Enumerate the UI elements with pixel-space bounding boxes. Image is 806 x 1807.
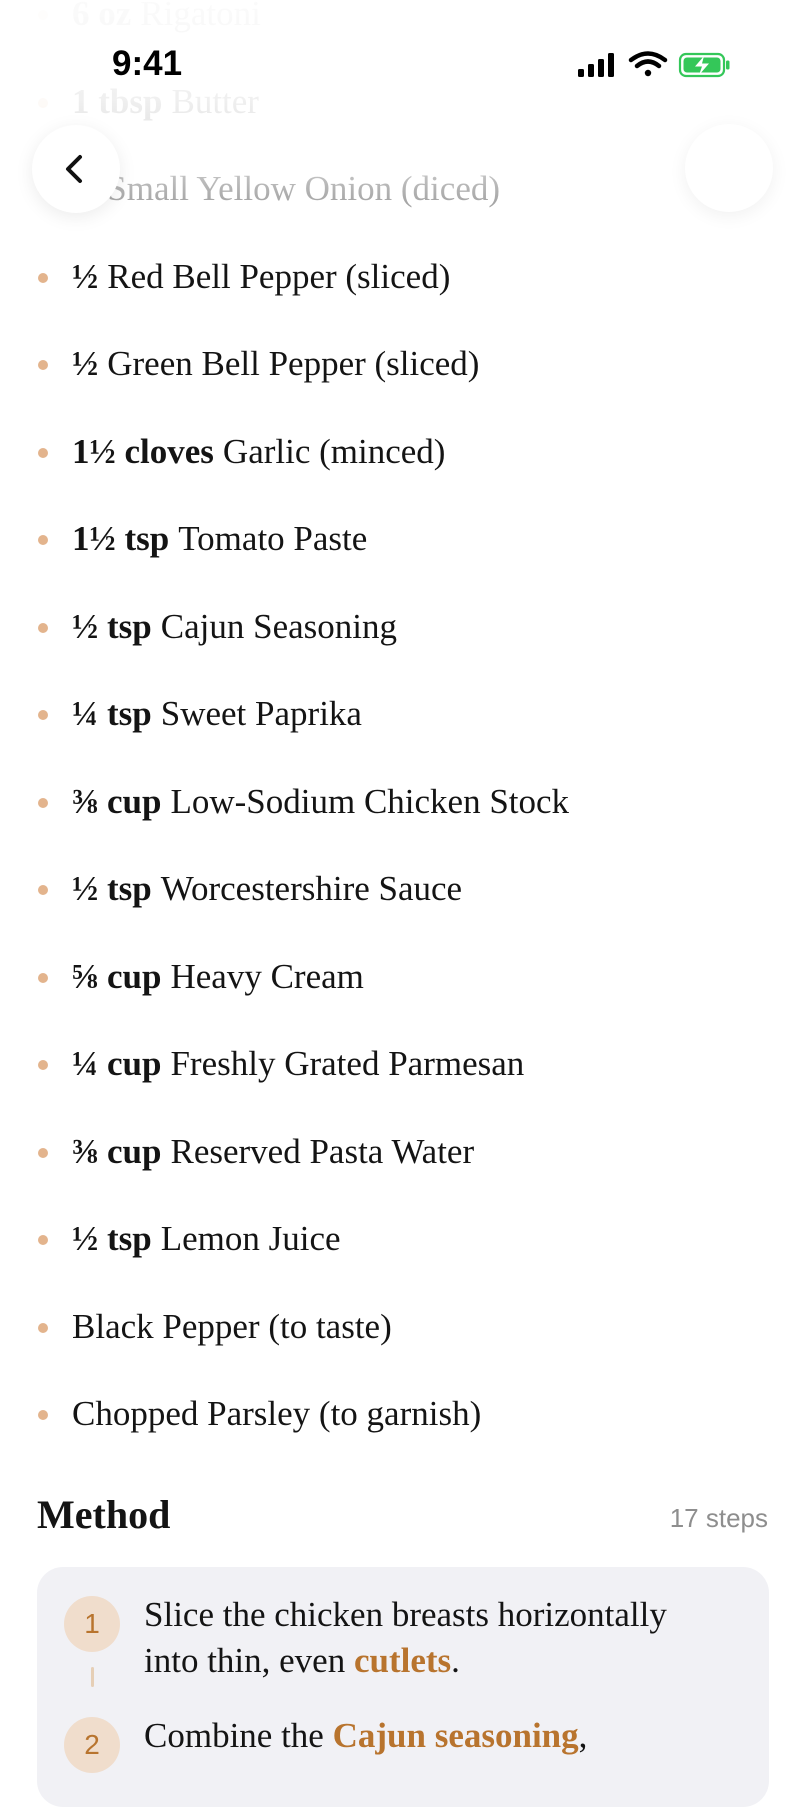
step-1-line-1: Slice the chicken breasts horizontally — [144, 1595, 667, 1634]
bullet-dot — [38, 1235, 48, 1245]
ingredient-item[interactable]: 6 oz Rigatoni — [38, 0, 261, 44]
ingredient-name: Red Bell Pepper (sliced) — [107, 256, 451, 296]
cellular-signal-icon — [578, 53, 614, 77]
step-2-text: Combine the Cajun seasoning, — [144, 1713, 744, 1759]
back-button[interactable] — [32, 125, 120, 213]
ingredient-name: Cajun Seasoning — [160, 606, 397, 646]
bullet-dot — [38, 972, 48, 983]
ingredient-name: Garlic (minced) — [222, 431, 446, 471]
ingredient-name: Chopped Parsley (to garnish) — [72, 1394, 482, 1433]
step-2-text-start: Combine the — [144, 1716, 333, 1755]
ingredient-item[interactable]: Black Pepper (to taste) — [38, 1297, 392, 1357]
ingredient-item[interactable]: Chopped Parsley (to garnish) — [38, 1384, 482, 1444]
ingredient-item[interactable]: ⅝ cup Heavy Cream — [38, 947, 364, 1007]
ingredient-name: Reserved Pasta Water — [170, 1131, 475, 1171]
battery-charging-icon — [678, 52, 730, 78]
step-1-line-2: into thin, even — [144, 1641, 354, 1680]
bullet-dot — [38, 1322, 48, 1333]
nav-action-button[interactable] — [685, 124, 773, 212]
ingredient-name: Sweet Paprika — [160, 694, 362, 733]
ingredient-name: Black Pepper (to taste) — [72, 1306, 392, 1346]
bullet-dot — [38, 1060, 48, 1070]
method-title: Method — [37, 1492, 171, 1537]
ingredient-quantity: ½ tsp — [72, 1219, 152, 1258]
ingredient-name: Tomato Paste — [178, 519, 368, 558]
ingredient-item[interactable]: ½ tsp Worcestershire Sauce — [38, 859, 463, 919]
ingredient-quantity: 6 oz — [72, 0, 132, 33]
method-step-count: 17 steps — [669, 1503, 768, 1533]
bullet-dot — [38, 10, 48, 20]
bullet-dot — [38, 272, 48, 283]
ingredient-name: Green Bell Pepper (sliced) — [107, 344, 480, 383]
bullet-dot — [38, 1410, 48, 1420]
ingredient-quantity: ¼ cup — [72, 1044, 162, 1083]
ingredient-name: Rigatoni — [140, 0, 261, 33]
ingredient-name: Heavy Cream — [170, 956, 364, 996]
ingredient-item[interactable]: ½ Red Bell Pepper (sliced) — [38, 247, 451, 307]
ingredient-item[interactable]: ½ tsp Cajun Seasoning — [38, 597, 397, 657]
step-1-punct: . — [451, 1641, 460, 1680]
status-icons — [576, 48, 736, 84]
chevron-left-icon — [66, 155, 82, 183]
ingredient-quantity: ⅜ cup — [72, 1131, 162, 1171]
bullet-dot — [38, 360, 48, 370]
bullet-dot — [38, 97, 48, 108]
step-1-badge: 1 — [64, 1596, 120, 1652]
steps-card: 1 Slice the chicken breasts horizontally… — [37, 1567, 769, 1807]
ingredient-item[interactable]: ¼ tsp Sweet Paprika — [38, 684, 362, 744]
ingredient-name: Low-Sodium Chicken Stock — [170, 781, 570, 821]
ingredient-item[interactable]: ⅜ cup Low-Sodium Chicken Stock — [38, 772, 570, 832]
bullet-dot — [38, 797, 48, 808]
ingredient-quantity: ½ — [72, 256, 99, 296]
bullet-dot — [38, 535, 48, 545]
ingredient-name: Lemon Juice — [160, 1219, 341, 1258]
wifi-icon — [628, 51, 668, 77]
ingredient-quantity: ½ — [72, 344, 99, 383]
ingredient-name: Small Yellow Onion (diced) — [107, 169, 501, 208]
ingredient-quantity: 1 tbsp — [72, 81, 163, 121]
step-2-link[interactable]: Cajun seasoning — [333, 1716, 579, 1755]
ingredient-quantity: 1½ cloves — [72, 431, 214, 471]
ingredient-quantity: ⅝ cup — [72, 956, 162, 996]
ingredient-quantity: ¼ tsp — [72, 694, 152, 733]
bullet-dot — [38, 1147, 48, 1158]
ingredient-item[interactable]: 1½ cloves Garlic (minced) — [38, 422, 446, 482]
bullet-dot — [38, 622, 48, 633]
ingredient-quantity: ⅜ cup — [72, 781, 162, 821]
ingredient-item[interactable]: ½ Green Bell Pepper (sliced) — [38, 334, 480, 394]
ingredient-item[interactable]: ½Small Yellow Onion (diced) — [38, 159, 501, 219]
step-1-link[interactable]: cutlets — [354, 1641, 451, 1680]
ingredient-name: Worcestershire Sauce — [160, 869, 463, 908]
ingredient-item[interactable]: ½ tsp Lemon Juice — [38, 1209, 341, 1269]
step-1-text: Slice the chicken breasts horizontally in… — [144, 1592, 744, 1684]
bullet-dot — [38, 447, 48, 458]
ingredient-item[interactable]: ⅜ cup Reserved Pasta Water — [38, 1122, 475, 1182]
ingredient-name: Freshly Grated Parmesan — [170, 1044, 525, 1083]
ingredient-name: Butter — [171, 81, 259, 121]
ingredient-item[interactable]: ¼ cup Freshly Grated Parmesan — [38, 1034, 525, 1094]
ingredient-quantity: ½ tsp — [72, 869, 152, 908]
bullet-dot — [38, 710, 48, 720]
ingredient-quantity: 1½ tsp — [72, 519, 170, 558]
status-time: 9:41 — [112, 44, 183, 83]
step-2-badge: 2 — [64, 1717, 120, 1773]
bullet-dot — [38, 885, 48, 895]
ingredient-item[interactable]: 1½ tsp Tomato Paste — [38, 509, 368, 569]
step-connector — [91, 1667, 94, 1687]
step-2-punct: , — [578, 1716, 588, 1755]
ingredient-quantity: ½ tsp — [72, 606, 152, 646]
